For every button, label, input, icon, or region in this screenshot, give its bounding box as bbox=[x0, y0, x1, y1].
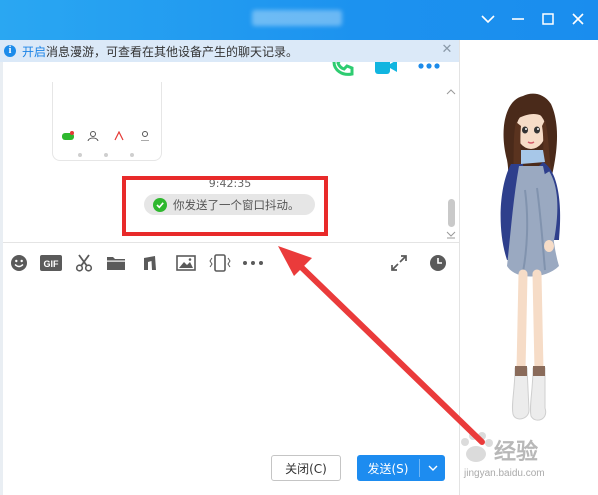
notice-message: 消息漫游，可查看在其他设备产生的聊天记录。 bbox=[46, 44, 299, 59]
gif-icon[interactable]: GIF bbox=[40, 253, 62, 273]
scroll-up-icon[interactable] bbox=[446, 86, 456, 96]
page-dot bbox=[78, 153, 82, 157]
music-icon[interactable] bbox=[140, 253, 160, 273]
contact-name-blurred bbox=[252, 10, 342, 26]
more-tools-icon[interactable] bbox=[242, 253, 264, 273]
window-shake-icon[interactable] bbox=[208, 253, 232, 273]
toolbar-divider bbox=[3, 242, 459, 243]
history-icon[interactable] bbox=[428, 253, 448, 273]
phone-call-icon[interactable] bbox=[332, 59, 354, 76]
image-icon[interactable] bbox=[176, 253, 196, 273]
page-dot bbox=[104, 153, 108, 157]
send-button[interactable]: 发送(S) bbox=[357, 455, 445, 481]
chevron-down-icon[interactable] bbox=[475, 6, 501, 32]
me-tab-icon bbox=[138, 130, 152, 142]
enable-roaming-link[interactable]: 开启 bbox=[22, 43, 46, 60]
avatar-show-character bbox=[500, 93, 561, 421]
send-button-label: 发送(S) bbox=[367, 461, 409, 476]
red-highlight-box bbox=[122, 176, 328, 236]
discover-tab-icon bbox=[112, 130, 126, 141]
maximize-button[interactable] bbox=[535, 6, 561, 32]
scrollbar-thumb[interactable] bbox=[448, 199, 455, 227]
watermark-brand: 经验 bbox=[494, 440, 539, 465]
info-icon: i bbox=[4, 45, 16, 57]
message-input[interactable] bbox=[3, 280, 459, 440]
contact-show-panel bbox=[460, 40, 598, 495]
close-window-button[interactable] bbox=[565, 6, 591, 32]
scissors-icon[interactable] bbox=[74, 253, 94, 273]
folder-icon[interactable] bbox=[106, 253, 126, 273]
video-call-icon[interactable] bbox=[374, 56, 398, 76]
expand-icon[interactable] bbox=[389, 253, 409, 273]
shared-screenshot-card[interactable] bbox=[52, 82, 162, 161]
send-options-dropdown[interactable] bbox=[420, 465, 445, 471]
contacts-tab-icon bbox=[86, 130, 100, 142]
scroll-down-icon[interactable] bbox=[446, 228, 456, 239]
watermark-url: jingyan.baidu.com bbox=[464, 468, 545, 479]
message-tab-icon bbox=[61, 130, 75, 140]
emoji-icon[interactable] bbox=[9, 253, 29, 273]
minimize-button[interactable] bbox=[505, 6, 531, 32]
more-icon[interactable] bbox=[417, 62, 441, 72]
svg-text:GIF: GIF bbox=[44, 259, 60, 269]
notice-close-icon[interactable]: ✕ bbox=[440, 43, 454, 57]
page-dot bbox=[130, 153, 134, 157]
roaming-notice-bar: i 开启 消息漫游，可查看在其他设备产生的聊天记录。 bbox=[0, 40, 459, 62]
close-button[interactable]: 关闭(C) bbox=[271, 455, 341, 481]
